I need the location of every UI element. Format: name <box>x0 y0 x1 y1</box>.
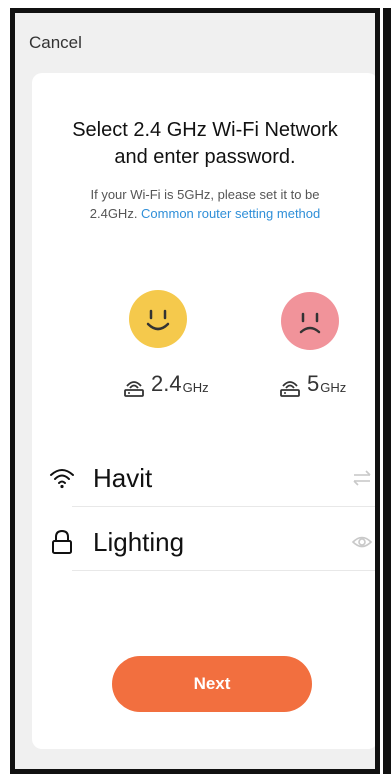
ssid-value[interactable]: Havit <box>93 463 152 494</box>
subtitle-line-1: If your Wi-Fi is 5GHz, please set it to … <box>90 187 320 202</box>
page-title: Select 2.4 GHz Wi-Fi Network and enter p… <box>72 119 338 168</box>
password-field[interactable]: Lighting <box>49 522 375 562</box>
ssid-field[interactable]: Havit <box>49 458 375 498</box>
wifi-setup-card: Select 2.4 GHz Wi-Fi Network and enter p… <box>32 73 375 749</box>
subtitle: If your Wi-Fi is 5GHz, please set it to … <box>32 185 375 223</box>
router-icon <box>124 381 144 397</box>
password-value[interactable]: Lighting <box>93 527 184 558</box>
next-button[interactable]: Next <box>112 656 312 712</box>
sad-face-icon <box>281 292 339 350</box>
app-screen: Cancel Select 2.4 GHz Wi-Fi Network and … <box>10 8 380 774</box>
router-icon <box>280 381 300 397</box>
band-unit: GHz <box>182 380 209 395</box>
show-password-eye-icon[interactable] <box>351 532 373 552</box>
happy-face-icon <box>129 290 187 348</box>
switch-network-icon[interactable] <box>351 468 373 488</box>
right-frame-edge <box>383 8 391 774</box>
subtitle-line-2: 2.4GHz. <box>89 206 142 221</box>
band-unit: GHz <box>320 380 347 395</box>
divider <box>72 570 375 571</box>
band-value: 2.4 <box>151 371 182 396</box>
cancel-button[interactable]: Cancel <box>29 33 82 53</box>
lock-icon <box>52 529 72 554</box>
divider <box>72 506 375 507</box>
band-value: 5 <box>307 371 320 396</box>
band-2-4ghz: 2.4 GHz <box>123 371 209 397</box>
router-setting-link[interactable]: Common router setting method <box>141 206 320 221</box>
band-5ghz: 5 GHz <box>279 371 346 397</box>
wifi-icon <box>50 469 74 489</box>
